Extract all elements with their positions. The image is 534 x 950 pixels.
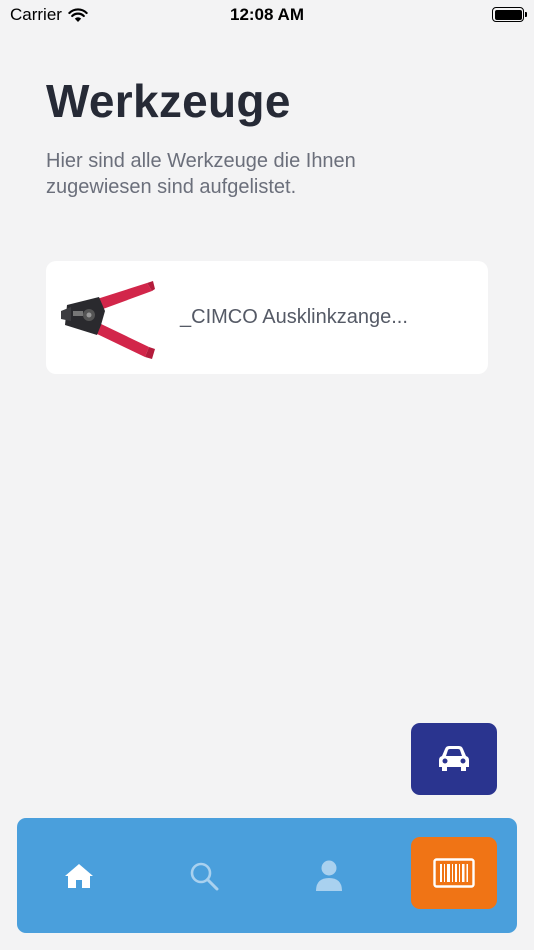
status-bar: Carrier 12:08 AM <box>0 0 534 30</box>
tool-name: _CIMCO Ausklinkzange... <box>180 306 408 328</box>
screen: Carrier 12:08 AM Werkzeuge Hier sind all… <box>0 0 534 950</box>
bottom-tab-bar <box>17 818 517 933</box>
home-icon <box>65 863 93 888</box>
search-icon <box>190 862 219 890</box>
tab-home[interactable] <box>29 818 129 933</box>
crimping-pliers-image <box>59 276 155 359</box>
tab-scan[interactable] <box>411 837 497 909</box>
tab-profile[interactable] <box>279 818 379 933</box>
tab-search[interactable] <box>154 818 254 933</box>
status-time: 12:08 AM <box>229 5 304 24</box>
vehicle-button[interactable] <box>411 723 497 795</box>
page-title: Werkzeuge <box>46 75 291 127</box>
user-icon <box>316 860 342 891</box>
car-icon <box>439 746 469 771</box>
page-subtitle: Hier sind alle Werkzeuge die Ihnen zugew… <box>46 150 356 198</box>
battery-icon <box>492 7 527 22</box>
barcode-icon <box>433 858 475 888</box>
tool-list-item[interactable]: _CIMCO Ausklinkzange... <box>46 261 488 374</box>
